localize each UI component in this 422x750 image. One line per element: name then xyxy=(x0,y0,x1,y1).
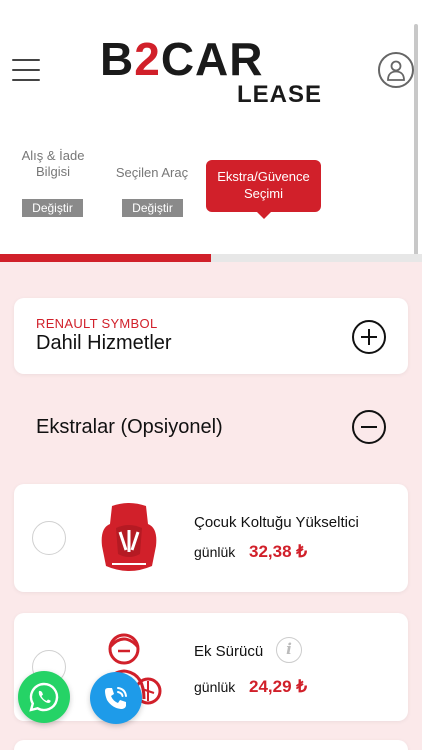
vehicle-model: RENAULT SYMBOL xyxy=(36,316,158,331)
extra-item-unit: günlük xyxy=(194,679,236,695)
extra-item-additional-driver[interactable]: Ek Sürücü i günlük 24,29 ₺ xyxy=(14,613,408,721)
extra-item-child-seat[interactable]: Çocuk Koltuğu Yükseltici günlük 32,38 ₺ xyxy=(14,484,408,592)
active-step-pointer xyxy=(256,211,272,219)
minus-circle-icon[interactable] xyxy=(352,410,386,444)
child-seat-icon xyxy=(101,503,157,571)
extra-item-name: Ek Sürücü xyxy=(194,643,264,660)
scrollbar[interactable] xyxy=(414,24,418,260)
whatsapp-button[interactable] xyxy=(18,671,70,723)
child-seat-radio[interactable] xyxy=(32,521,66,555)
change-pickup-return-button[interactable]: Değiştir xyxy=(22,199,83,217)
whatsapp-icon xyxy=(29,682,59,712)
included-services-card[interactable]: RENAULT SYMBOL Dahil Hizmetler xyxy=(14,298,408,374)
plus-circle-icon[interactable] xyxy=(352,320,386,354)
extra-item-name: Çocuk Koltuğu Yükseltici xyxy=(194,514,359,531)
included-services-title: Dahil Hizmetler xyxy=(36,332,172,354)
logo-main: B2CAR xyxy=(100,33,264,85)
extra-item-price: 24,29 ₺ xyxy=(249,677,308,696)
step-extras-active: Ekstra/Güvence Seçimi xyxy=(206,160,321,212)
step-pickup-return: Alış & İade Bilgisi xyxy=(21,148,85,179)
extras-section-title: Ekstralar (Opsiyonel) xyxy=(36,416,223,438)
change-selected-car-button[interactable]: Değiştir xyxy=(122,199,183,217)
call-button[interactable] xyxy=(90,672,142,724)
user-account-button[interactable] xyxy=(378,52,414,88)
menu-icon[interactable] xyxy=(12,58,40,82)
brand-logo[interactable]: B2CAR LEASE xyxy=(100,36,324,110)
step-selected-car: Seçilen Araç xyxy=(115,165,189,180)
header: B2CAR LEASE Alış & İade Bilgisi Değiştir… xyxy=(0,0,422,262)
extra-item-next[interactable] xyxy=(14,740,408,750)
progress-fill xyxy=(0,254,211,262)
info-icon[interactable]: i xyxy=(276,637,302,663)
extra-item-price: 32,38 ₺ xyxy=(249,542,308,561)
extra-item-unit: günlük xyxy=(194,544,236,560)
user-icon xyxy=(387,60,405,81)
progress-bar xyxy=(0,254,422,262)
phone-call-icon xyxy=(105,687,127,709)
logo-sub: LEASE xyxy=(236,81,322,108)
